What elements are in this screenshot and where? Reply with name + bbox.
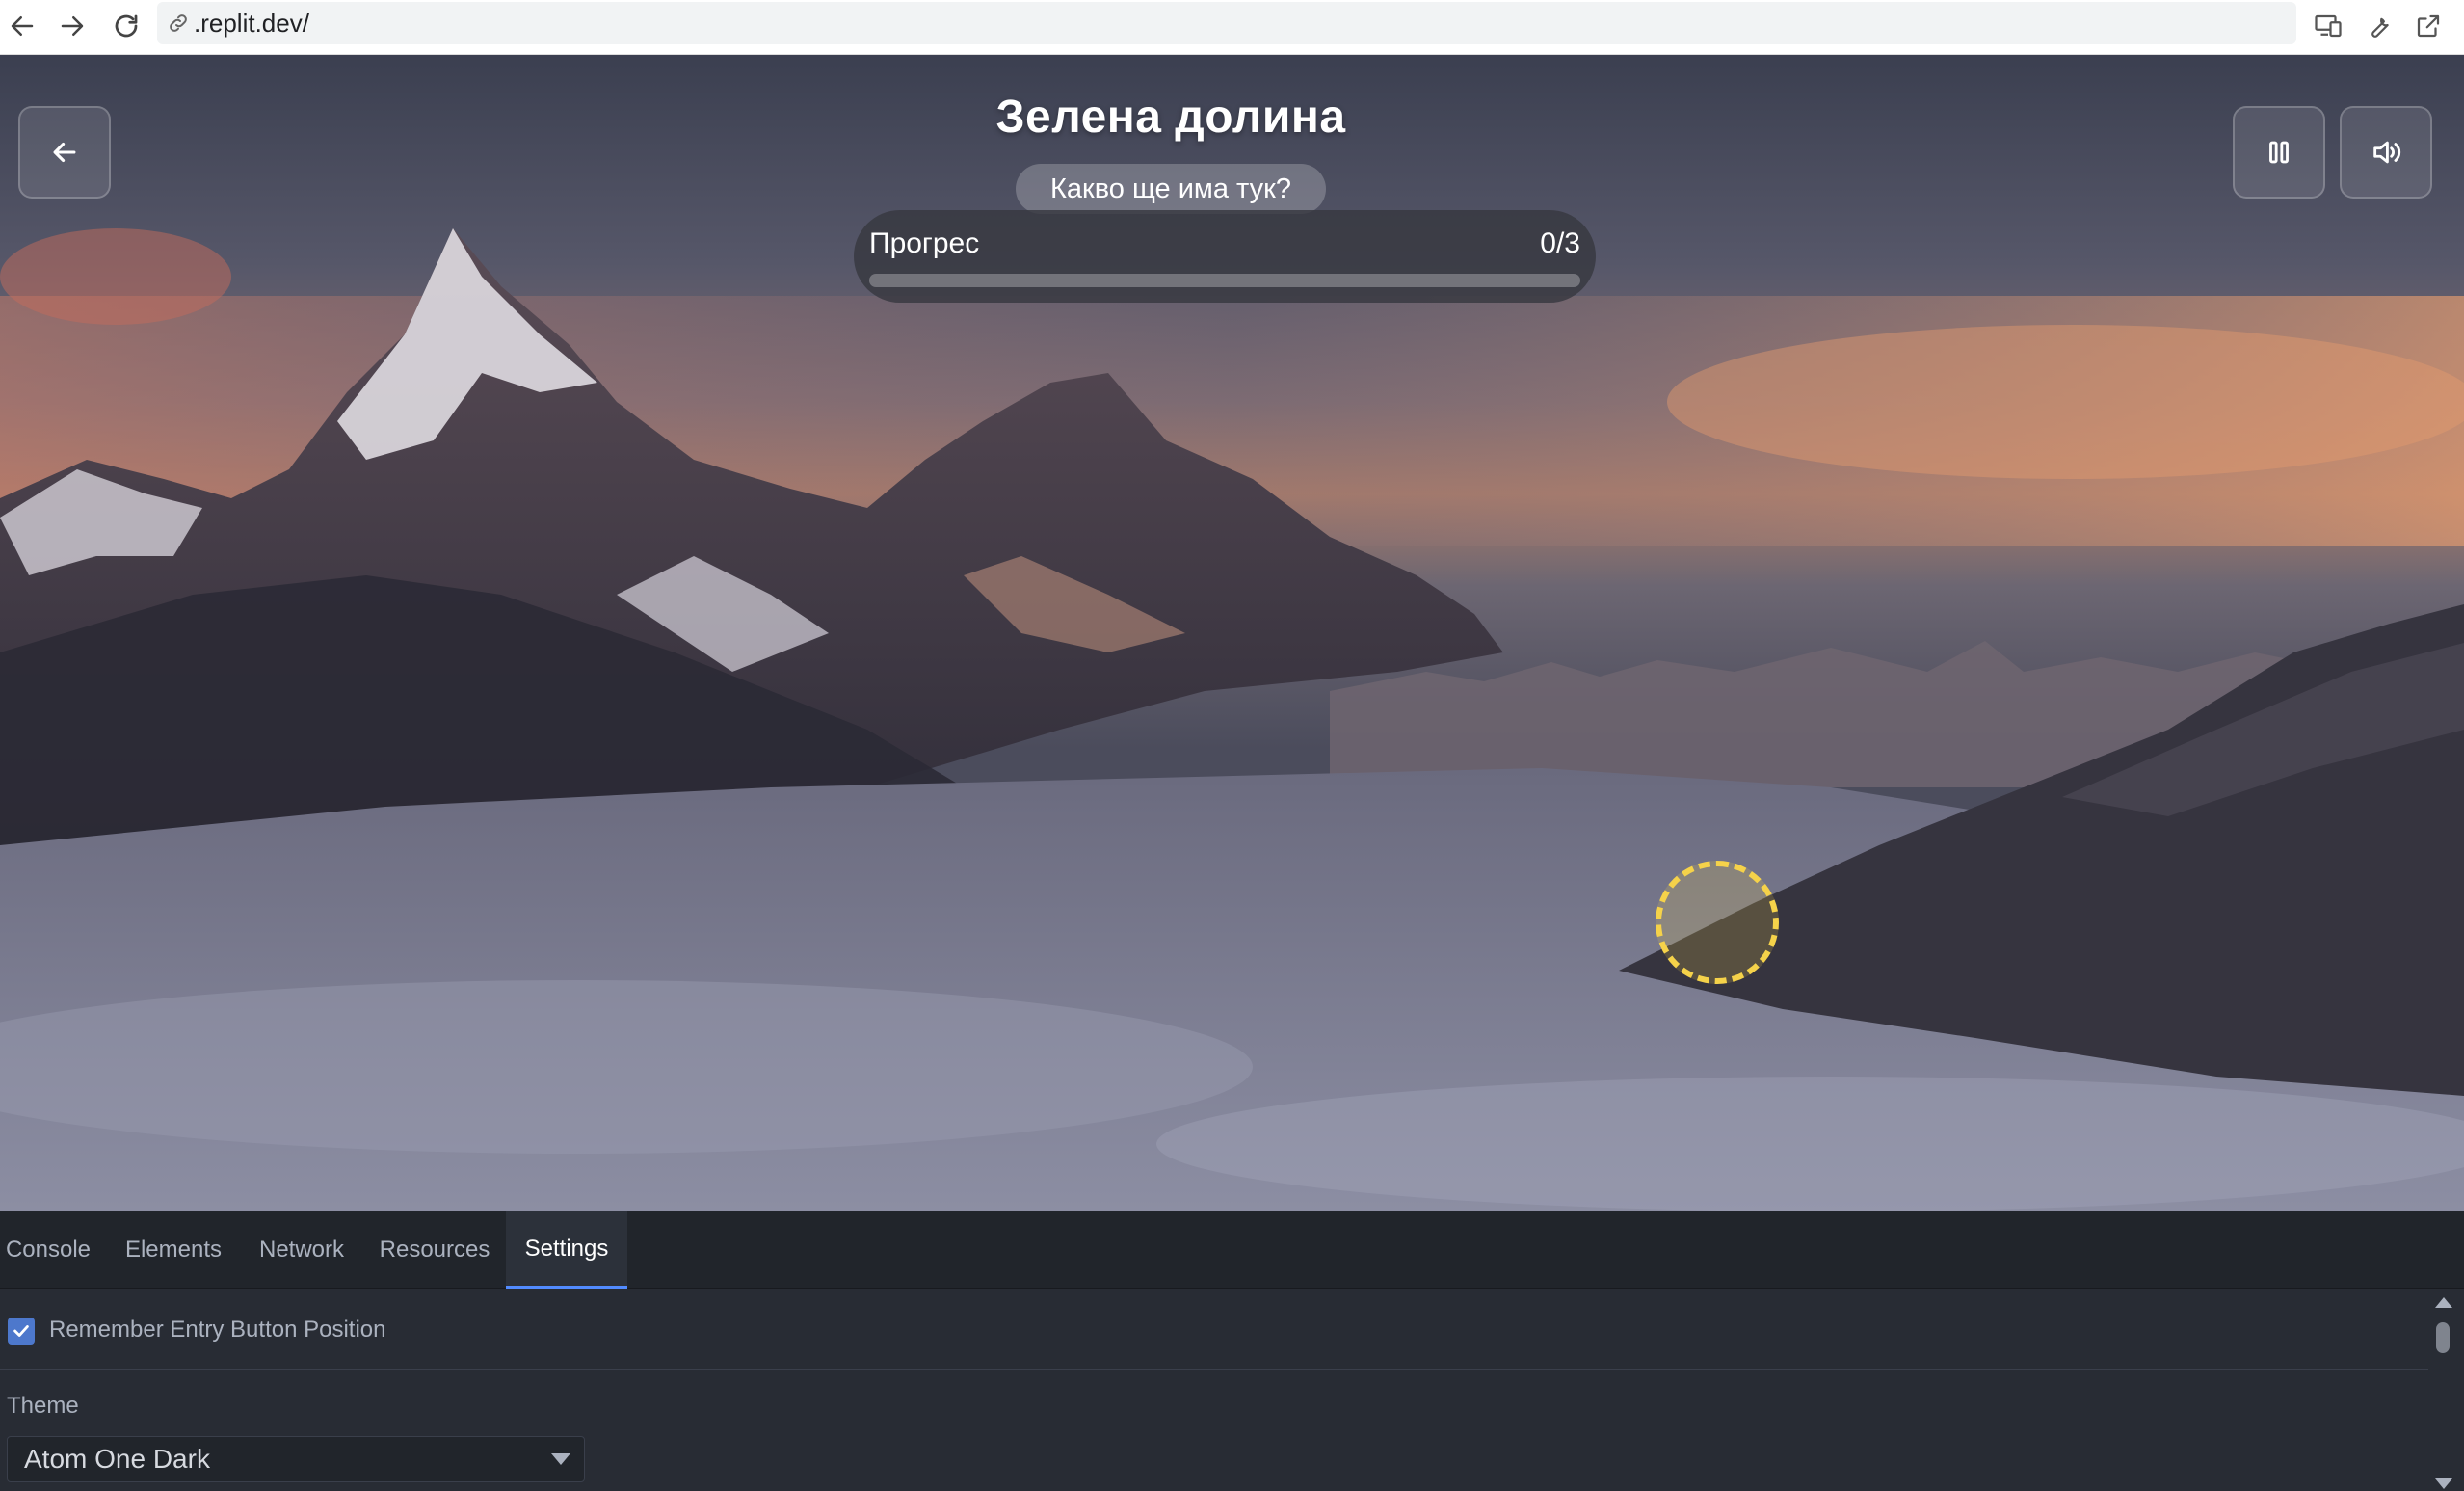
- pause-button[interactable]: [2233, 106, 2325, 199]
- tab-network[interactable]: Network: [249, 1211, 355, 1289]
- hidden-object-hotspot[interactable]: [1656, 861, 1779, 984]
- app-root: .replit.dev/ Зелена долина Какво ще има …: [0, 0, 2464, 1491]
- reload-icon: [115, 14, 138, 38]
- sound-button[interactable]: [2340, 106, 2432, 199]
- volume-icon: [2373, 141, 2401, 164]
- device-toggle-button[interactable]: [2306, 4, 2350, 48]
- theme-select-value: Atom One Dark: [24, 1444, 210, 1474]
- tab-resources[interactable]: Resources: [374, 1211, 495, 1289]
- checkmark-icon: [13, 1325, 29, 1337]
- remember-position-checkbox[interactable]: [8, 1318, 35, 1345]
- tab-console[interactable]: Console: [0, 1211, 96, 1289]
- open-external-icon: [2417, 14, 2440, 38]
- wrench-icon: [2371, 17, 2389, 38]
- browser-toolbar: .replit.dev/: [0, 0, 2464, 55]
- theme-select[interactable]: Atom One Dark: [7, 1436, 585, 1482]
- tools-button[interactable]: [2356, 4, 2400, 48]
- back-button[interactable]: [0, 4, 44, 48]
- hint-pill: Какво ще има тук?: [1016, 164, 1326, 214]
- open-external-button[interactable]: [2406, 4, 2451, 48]
- scroll-up-icon[interactable]: [2435, 1297, 2452, 1308]
- forward-icon: [61, 16, 84, 36]
- tab-settings[interactable]: Settings: [506, 1211, 627, 1289]
- arrow-left-icon: [53, 142, 76, 163]
- pause-icon: [2269, 141, 2289, 164]
- settings-scrollbar[interactable]: [2431, 1288, 2454, 1491]
- progress-count: 0/3: [1540, 227, 1580, 259]
- scrollbar-thumb[interactable]: [2436, 1322, 2450, 1353]
- forward-button[interactable]: [50, 4, 94, 48]
- devtools-tab-bar: Console Elements Network Resources Setti…: [0, 1211, 2464, 1289]
- remember-position-label: Remember Entry Button Position: [49, 1317, 386, 1343]
- link-icon: [170, 14, 187, 32]
- progress-card: Прогрес 0/3: [854, 210, 1596, 303]
- settings-divider: [0, 1369, 2428, 1370]
- reload-button[interactable]: [104, 4, 148, 48]
- back-icon: [11, 16, 34, 36]
- progress-label: Прогрес: [869, 227, 980, 259]
- scroll-down-icon[interactable]: [2435, 1478, 2452, 1489]
- game-title: Зелена долина: [995, 92, 1346, 143]
- device-toggle-icon: [2315, 14, 2342, 38]
- address-bar[interactable]: .replit.dev/: [157, 2, 2296, 44]
- tab-elements[interactable]: Elements: [116, 1211, 231, 1289]
- theme-label: Theme: [7, 1393, 79, 1419]
- back-to-menu-button[interactable]: [18, 106, 111, 199]
- url-text: .replit.dev/: [194, 8, 309, 38]
- chevron-down-icon: [551, 1453, 570, 1465]
- progress-track: [869, 274, 1580, 287]
- game-viewport: Зелена долина Какво ще има тук? Прогрес …: [0, 55, 2464, 1211]
